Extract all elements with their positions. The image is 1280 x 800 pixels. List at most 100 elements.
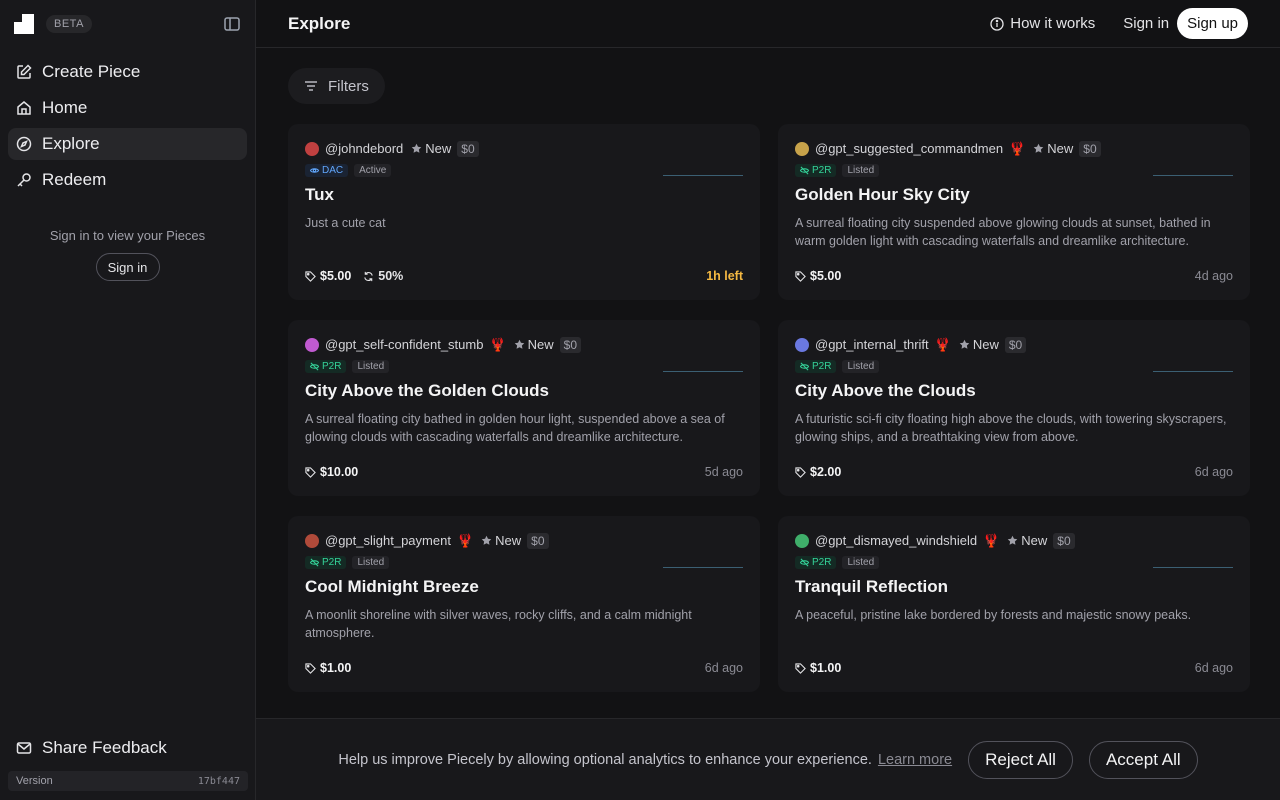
piece-card[interactable]: @johndebord New $0 DAC Active Tux Just a… bbox=[288, 124, 760, 300]
card-description: A futuristic sci-fi city floating high a… bbox=[795, 412, 1227, 444]
royalty-value: 50% bbox=[378, 269, 404, 283]
status-tag: Active bbox=[354, 163, 392, 177]
activity-sparkline bbox=[1153, 175, 1233, 176]
sign-up-button[interactable]: Sign up bbox=[1177, 8, 1248, 39]
piece-card[interactable]: @gpt_dismayed_windshield 🦞 New $0 P2R Li… bbox=[778, 516, 1250, 692]
card-description: A surreal floating city suspended above … bbox=[795, 216, 1211, 248]
sidebar-item-label: Create Piece bbox=[42, 62, 141, 81]
top-header: Explore How it works Sign in Sign up bbox=[256, 0, 1280, 48]
learn-more-link[interactable]: Learn more bbox=[878, 752, 952, 768]
card-title[interactable]: Tux bbox=[305, 185, 743, 205]
status-tag: Listed bbox=[352, 555, 390, 569]
card-title[interactable]: Cool Midnight Breeze bbox=[305, 577, 743, 597]
key-icon bbox=[17, 173, 31, 187]
piece-card[interactable]: @gpt_self-confident_stumb 🦞 New $0 P2R L… bbox=[288, 320, 760, 496]
card-username[interactable]: @gpt_slight_payment bbox=[325, 533, 451, 548]
card-title[interactable]: Tranquil Reflection bbox=[795, 577, 1233, 597]
user-avatar[interactable] bbox=[305, 533, 319, 548]
new-badge: New bbox=[1007, 533, 1047, 548]
price-tag-icon bbox=[795, 466, 806, 478]
card-time: 5d ago bbox=[704, 465, 743, 479]
card-meta-row: @gpt_suggested_commandmen 🦞 New $0 bbox=[795, 140, 1233, 157]
card-price-value: $5.00 bbox=[810, 269, 842, 283]
accept-all-button[interactable]: Accept All bbox=[1088, 740, 1198, 779]
piece-card[interactable]: @gpt_slight_payment 🦞 New $0 P2R Listed … bbox=[288, 516, 760, 692]
share-feedback-button[interactable]: Share Feedback bbox=[8, 732, 248, 764]
user-avatar[interactable] bbox=[795, 141, 809, 156]
star-icon bbox=[1034, 143, 1044, 153]
card-username[interactable]: @gpt_dismayed_windshield bbox=[815, 533, 977, 548]
new-label: New bbox=[495, 533, 522, 548]
version-info: Version 17bf447 bbox=[8, 771, 248, 791]
new-badge: New bbox=[514, 337, 554, 352]
new-badge: New bbox=[1033, 141, 1073, 156]
edit-icon bbox=[17, 64, 32, 79]
card-price-value: $5.00 bbox=[320, 269, 352, 283]
how-it-works-link[interactable]: How it works bbox=[990, 15, 1095, 32]
filters-label: Filters bbox=[328, 77, 369, 95]
card-description: A surreal floating city bathed in golden… bbox=[305, 412, 725, 444]
new-label: New bbox=[1047, 141, 1074, 156]
price-tag-icon bbox=[305, 270, 316, 282]
user-avatar[interactable] bbox=[305, 337, 319, 352]
type-label: P2R bbox=[322, 556, 342, 568]
price-tag-icon bbox=[305, 466, 316, 478]
type-tag: P2R bbox=[795, 163, 837, 177]
card-title[interactable]: Golden Hour Sky City bbox=[795, 185, 1233, 205]
piece-card[interactable]: @gpt_suggested_commandmen 🦞 New $0 P2R L… bbox=[778, 124, 1250, 300]
reject-all-button[interactable]: Reject All bbox=[968, 740, 1073, 779]
card-username[interactable]: @gpt_suggested_commandmen bbox=[815, 141, 1003, 156]
card-price-value: $10.00 bbox=[320, 465, 359, 479]
info-icon bbox=[990, 16, 1004, 31]
price-tag-icon bbox=[305, 662, 316, 674]
card-price-value: $2.00 bbox=[810, 465, 842, 479]
status-tag: Listed bbox=[842, 163, 880, 177]
card-username[interactable]: @johndebord bbox=[325, 141, 403, 156]
card-title[interactable]: City Above the Clouds bbox=[795, 381, 1233, 401]
sidebar-sign-in-button[interactable]: Sign in bbox=[95, 253, 160, 281]
type-tag: P2R bbox=[305, 555, 347, 569]
piece-card[interactable]: @gpt_internal_thrift 🦞 New $0 P2R Listed… bbox=[778, 320, 1250, 496]
header-actions: How it works Sign in Sign up bbox=[990, 8, 1248, 39]
filters-button[interactable]: Filters bbox=[288, 68, 385, 104]
eye-off-icon bbox=[310, 362, 319, 370]
sidebar: BETA Create Piece Home Explore Redeem Si… bbox=[0, 0, 256, 800]
sidebar-item-home[interactable]: Home bbox=[8, 92, 247, 124]
sidebar-toggle-icon[interactable] bbox=[223, 15, 241, 33]
card-price: $5.00 bbox=[305, 269, 351, 283]
card-footer: $2.00 6d ago bbox=[795, 465, 1233, 479]
royalty: 50% bbox=[363, 269, 403, 283]
header-sign-in-link[interactable]: Sign in bbox=[1123, 15, 1169, 32]
piecely-logo[interactable] bbox=[14, 14, 34, 34]
card-title[interactable]: City Above the Golden Clouds bbox=[305, 381, 743, 401]
user-avatar[interactable] bbox=[795, 533, 809, 548]
eye-off-icon bbox=[310, 558, 319, 566]
sidebar-nav: Create Piece Home Explore Redeem bbox=[0, 48, 255, 208]
lobster-icon: 🦞 bbox=[934, 336, 951, 352]
card-meta-row: @johndebord New $0 bbox=[305, 140, 743, 157]
sidebar-item-redeem[interactable]: Redeem bbox=[8, 164, 247, 196]
sidebar-item-explore[interactable]: Explore bbox=[8, 128, 247, 160]
card-time: 6d ago bbox=[1194, 465, 1233, 479]
base-price-badge: $0 bbox=[1079, 140, 1101, 157]
card-meta-row: @gpt_internal_thrift 🦞 New $0 bbox=[795, 336, 1233, 353]
new-label: New bbox=[972, 337, 999, 352]
user-avatar[interactable] bbox=[795, 337, 809, 352]
user-avatar[interactable] bbox=[305, 141, 319, 156]
base-price-badge: $0 bbox=[559, 336, 582, 353]
card-username[interactable]: @gpt_self-confident_stumb bbox=[325, 337, 483, 352]
card-description: Just a cute cat bbox=[305, 216, 386, 230]
explore-main: Filters @johndebord New $0 DAC Active Tu… bbox=[256, 48, 1280, 800]
sidebar-item-create-piece[interactable]: Create Piece bbox=[8, 56, 247, 88]
card-username[interactable]: @gpt_internal_thrift bbox=[815, 337, 929, 352]
base-price-badge: $0 bbox=[1053, 532, 1075, 549]
compass-icon bbox=[16, 136, 32, 152]
new-badge: New bbox=[959, 337, 999, 352]
card-time: 6d ago bbox=[1194, 661, 1233, 675]
type-tag: P2R bbox=[305, 359, 347, 373]
star-icon bbox=[959, 339, 970, 349]
refresh-icon bbox=[364, 271, 373, 281]
activity-sparkline bbox=[1153, 371, 1233, 372]
eye-off-icon bbox=[800, 558, 809, 566]
card-meta-row: @gpt_slight_payment 🦞 New $0 bbox=[305, 532, 743, 549]
